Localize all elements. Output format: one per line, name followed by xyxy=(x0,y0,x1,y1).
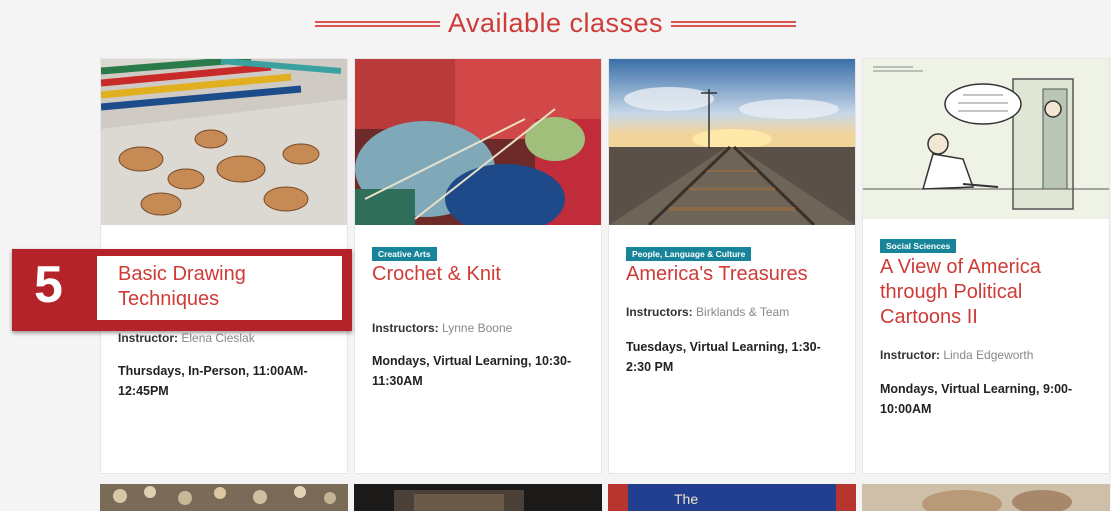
instructor-label: Instructor: xyxy=(118,331,178,345)
instructor-name: Birklands & Team xyxy=(696,305,790,319)
category-tag: Creative Arts xyxy=(372,247,437,261)
next-card-image-4[interactable] xyxy=(862,484,1110,511)
class-instructor: Instructor: Elena Cieslak xyxy=(118,331,337,345)
class-card-americas-treasures[interactable]: People, Language & Culture America's Tre… xyxy=(608,58,856,474)
instructor-label: Instructor: xyxy=(880,348,940,362)
heading-rule-right xyxy=(671,20,797,27)
poster-text: The xyxy=(674,491,699,507)
next-card-image-2[interactable] xyxy=(354,484,602,511)
class-schedule: Mondays, Virtual Learning, 10:30-11:30AM xyxy=(372,354,572,388)
instructor-name: Lynne Boone xyxy=(442,321,513,335)
page: { "heading": "Available classes", "color… xyxy=(0,0,1111,511)
class-instructor: Instructors: Birklands & Team xyxy=(626,305,845,319)
class-title[interactable]: America's Treasures xyxy=(626,262,845,287)
class-image-railroad[interactable] xyxy=(609,59,855,225)
instructor-name: Linda Edgeworth xyxy=(943,348,1034,362)
heading-text: Available classes xyxy=(447,8,664,38)
class-image-pencils[interactable] xyxy=(101,59,347,225)
class-title[interactable]: A View of America through Political Cart… xyxy=(880,255,1080,330)
heading-rule-left xyxy=(314,20,440,27)
class-schedule: Mondays, Virtual Learning, 9:00-10:00AM xyxy=(880,382,1073,416)
class-image-cartoon[interactable] xyxy=(863,59,1109,219)
class-schedule: Tuesdays, Virtual Learning, 1:30-2:30 PM xyxy=(626,340,821,374)
next-card-image-1[interactable] xyxy=(100,484,348,511)
class-image-knitting[interactable] xyxy=(355,59,601,225)
category-tag: Social Sciences xyxy=(880,239,957,253)
class-card-crochet-knit[interactable]: Creative Arts Crochet & Knit Instructors… xyxy=(354,58,602,474)
next-card-image-3[interactable]: The xyxy=(608,484,856,511)
instructor-name: Elena Cieslak xyxy=(181,331,255,345)
category-tag: People, Language & Culture xyxy=(626,247,752,261)
section-heading: Available classes xyxy=(0,8,1111,39)
class-instructor: Instructors: Lynne Boone xyxy=(372,321,591,335)
class-title[interactable]: Crochet & Knit xyxy=(372,262,591,287)
instructor-label: Instructors: xyxy=(372,321,439,335)
class-instructor: Instructor: Linda Edgeworth xyxy=(880,348,1099,362)
step-number: 5 xyxy=(34,256,63,314)
class-card-political-cartoons[interactable]: Social Sciences A View of America throug… xyxy=(862,58,1110,474)
instructor-label: Instructors: xyxy=(626,305,693,319)
class-schedule: Thursdays, In-Person, 11:00AM-12:45PM xyxy=(118,364,308,398)
highlighted-class-title[interactable]: Basic Drawing Techniques xyxy=(118,262,333,312)
